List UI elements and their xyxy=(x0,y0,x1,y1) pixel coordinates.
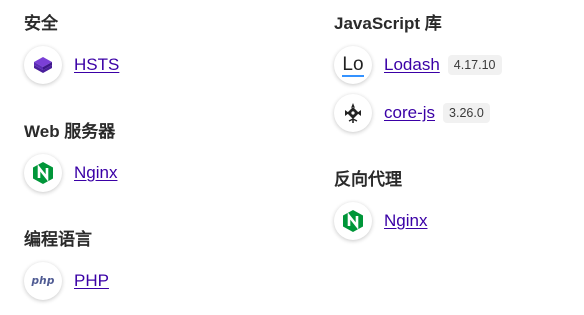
category-title: 安全 xyxy=(24,14,58,33)
lodash-icon-glyph: Lo xyxy=(342,53,364,77)
category-web-servers: Web 服务器 Nginx xyxy=(24,121,117,195)
tech-item-php: php PHP xyxy=(24,259,109,303)
nginx-icon xyxy=(24,154,62,192)
tech-item-nginx: Nginx xyxy=(24,151,117,195)
category-security: 安全 HSTS xyxy=(24,13,119,87)
tech-link-nginx-proxy[interactable]: Nginx xyxy=(384,211,427,231)
tech-link-hsts[interactable]: HSTS xyxy=(74,55,119,75)
category-title: 编程语言 xyxy=(24,230,92,249)
category-title: Web 服务器 xyxy=(24,122,116,141)
lodash-icon: Lo xyxy=(334,46,372,84)
core-js-icon xyxy=(334,94,372,132)
tech-link-php[interactable]: PHP xyxy=(74,271,109,291)
tech-item-hsts: HSTS xyxy=(24,43,119,87)
technology-list-page: 安全 HSTS Web 服务器 Nginx 编程语言 php PHP JavaS… xyxy=(0,0,584,315)
tech-link-core-js[interactable]: core-js xyxy=(384,103,435,123)
php-icon: php xyxy=(24,262,62,300)
tech-item-core-js: core-js 3.26.0 xyxy=(334,91,502,135)
category-languages: 编程语言 php PHP xyxy=(24,229,109,303)
lodash-icon-underline xyxy=(342,74,364,77)
nginx-icon xyxy=(334,202,372,240)
tech-item-lodash: Lo Lodash 4.17.10 xyxy=(334,43,502,87)
hsts-icon xyxy=(24,46,62,84)
tech-link-lodash[interactable]: Lodash xyxy=(384,55,440,75)
tech-link-nginx[interactable]: Nginx xyxy=(74,163,117,183)
category-title: 反向代理 xyxy=(334,170,402,189)
category-title: JavaScript 库 xyxy=(334,14,442,33)
version-badge: 3.26.0 xyxy=(443,103,490,123)
tech-item-nginx-proxy: Nginx xyxy=(334,199,427,243)
version-badge: 4.17.10 xyxy=(447,55,502,75)
category-js-libraries: JavaScript 库 Lo Lodash 4.17.10 core-js 3… xyxy=(334,13,502,135)
lodash-icon-text: Lo xyxy=(342,53,364,75)
category-reverse-proxies: 反向代理 Nginx xyxy=(334,169,427,243)
php-icon-text: php xyxy=(31,275,55,287)
